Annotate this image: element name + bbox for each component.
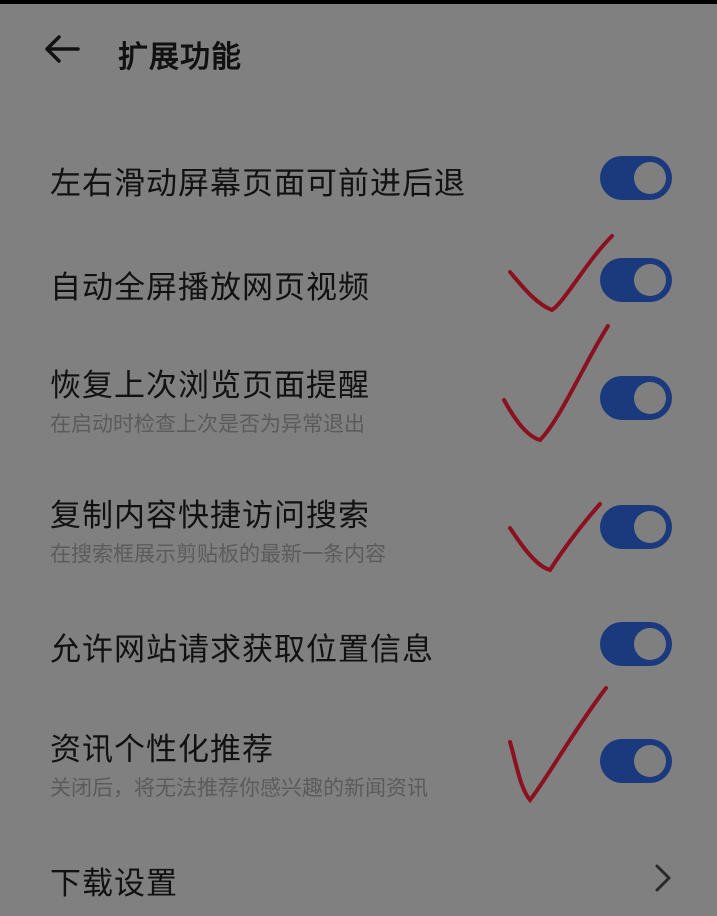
setting-label: 自动全屏播放网页视频	[50, 270, 370, 306]
setting-label: 恢复上次浏览页面提醒	[50, 368, 370, 404]
setting-label: 资讯个性化推荐	[50, 732, 274, 768]
setting-label: 允许网站请求获取位置信息	[50, 632, 434, 668]
toggle-knob	[634, 264, 666, 296]
toggle-knob	[634, 745, 666, 777]
download-settings-row[interactable]: 下载设置	[0, 858, 717, 908]
setting-description: 在搜索框展示剪贴板的最新一条内容	[50, 542, 386, 566]
setting-label: 左右滑动屏幕页面可前进后退	[50, 166, 466, 202]
toggle-knob	[634, 628, 666, 660]
autoplay-fullscreen-toggle[interactable]	[600, 258, 672, 302]
chevron-right-icon	[655, 864, 671, 892]
swipe-navigation-toggle[interactable]	[600, 156, 672, 200]
setting-description: 关闭后，将无法推荐你感兴趣的新闻资讯	[50, 776, 428, 800]
location-permission-toggle[interactable]	[600, 622, 672, 666]
page-title: 扩展功能	[118, 40, 242, 75]
personalized-news-toggle[interactable]	[600, 739, 672, 783]
setting-description: 在启动时检查上次是否为异常退出	[50, 412, 365, 436]
back-arrow-icon[interactable]	[44, 34, 80, 64]
app-header: 扩展功能	[0, 4, 717, 94]
toggle-knob	[634, 511, 666, 543]
toggle-knob	[634, 382, 666, 414]
toggle-knob	[634, 162, 666, 194]
clipboard-search-toggle[interactable]	[600, 505, 672, 549]
restore-reminder-toggle[interactable]	[600, 376, 672, 420]
download-settings-label: 下载设置	[50, 866, 178, 902]
setting-label: 复制内容快捷访问搜索	[50, 498, 370, 534]
